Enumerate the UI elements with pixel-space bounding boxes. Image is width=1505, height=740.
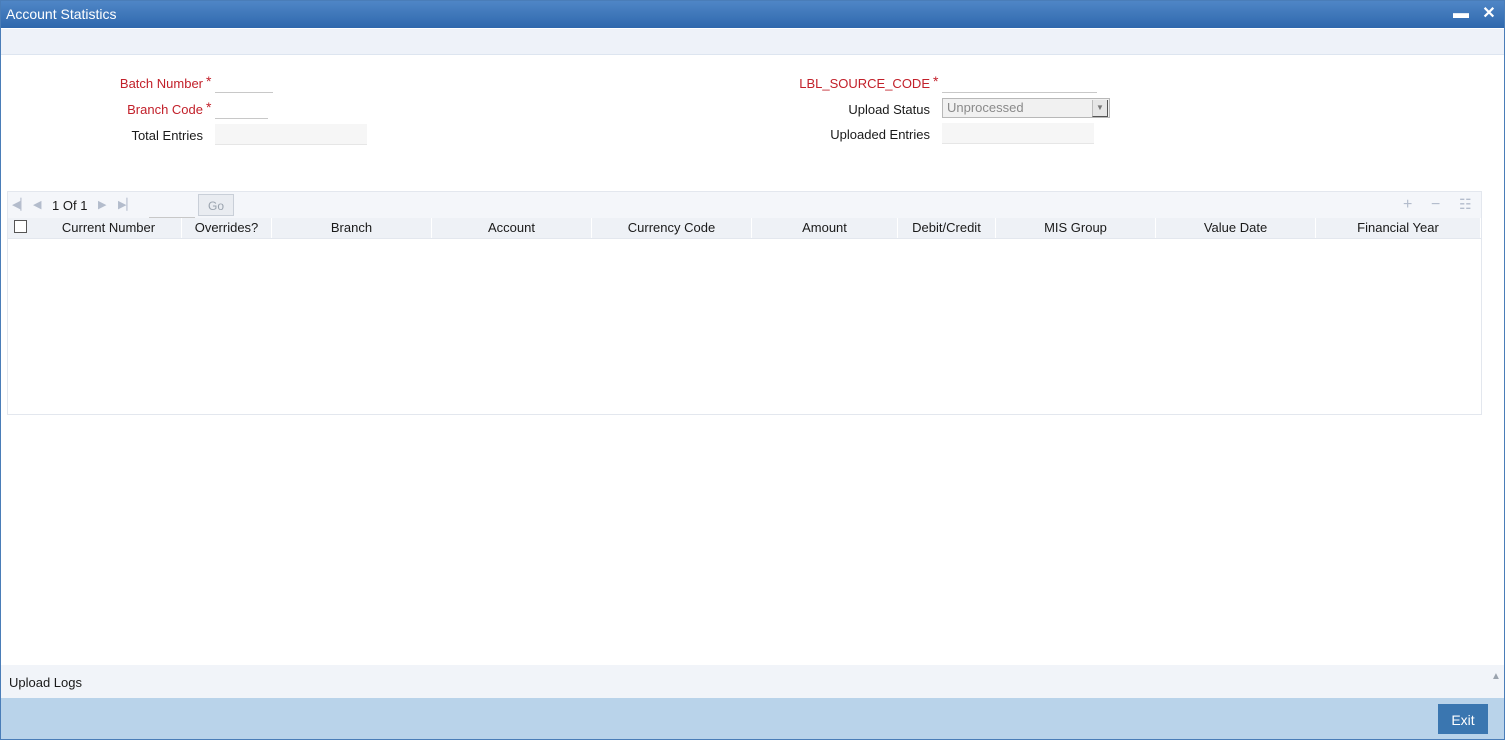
upload-status-value: Unprocessed [947, 100, 1024, 115]
last-page-icon[interactable]: ▶▏ [118, 198, 135, 211]
single-view-icon[interactable]: ☷ [1459, 196, 1472, 213]
branch-code-input[interactable] [215, 99, 268, 119]
select-all-checkbox[interactable] [14, 220, 27, 233]
source-code-label: LBL_SOURCE_CODE [799, 76, 930, 91]
page-indicator: 1 Of 1 [52, 198, 87, 213]
page-number-input[interactable] [149, 195, 195, 218]
close-icon[interactable]: ✕ [1479, 4, 1499, 24]
upload-logs-bar: Upload Logs ▲ [1, 665, 1504, 698]
uploaded-entries-label: Uploaded Entries [830, 127, 930, 142]
uploaded-entries-field [942, 123, 1094, 144]
column-header[interactable]: Debit/Credit [898, 218, 996, 238]
window-title: Account Statistics [6, 6, 117, 22]
grid-toolbar: ◀▏ ◀ 1 Of 1 ▶ ▶▏ Go + − ☷ [8, 192, 1481, 218]
delete-row-icon[interactable]: − [1431, 196, 1440, 214]
next-page-icon[interactable]: ▶ [98, 198, 106, 211]
page-of: Of [62, 198, 77, 213]
entries-grid: ◀▏ ◀ 1 Of 1 ▶ ▶▏ Go + − ☷ Current Number… [7, 191, 1482, 415]
required-mark: * [933, 73, 939, 89]
prev-page-icon[interactable]: ◀ [33, 198, 41, 211]
batch-number-label: Batch Number [119, 76, 203, 91]
upload-logs-link[interactable]: Upload Logs [9, 675, 82, 690]
branch-code-label: Branch Code [127, 102, 203, 117]
column-header[interactable]: Overrides? [182, 218, 272, 238]
required-mark: * [206, 99, 212, 115]
column-header[interactable]: Currency Code [592, 218, 752, 238]
add-row-icon[interactable]: + [1403, 196, 1412, 214]
go-button[interactable]: Go [198, 194, 234, 216]
chevron-down-icon[interactable]: ▼ [1092, 100, 1108, 117]
column-header[interactable]: Current Number [36, 218, 182, 238]
footer-bar: Exit [1, 698, 1504, 739]
page-total: 1 [80, 198, 88, 213]
total-entries-field [215, 124, 367, 145]
total-entries-label: Total Entries [131, 128, 203, 143]
page-current: 1 [52, 198, 60, 213]
sub-header-bar [1, 29, 1504, 55]
upload-status-select[interactable]: Unprocessed ▼ [942, 98, 1110, 118]
batch-number-input[interactable] [215, 73, 273, 93]
column-header[interactable]: MIS Group [996, 218, 1156, 238]
column-header[interactable]: Branch [272, 218, 432, 238]
exit-button[interactable]: Exit [1438, 704, 1488, 734]
source-code-input[interactable] [942, 73, 1097, 93]
account-statistics-window: Account Statistics ▬ ✕ Batch Number * Br… [0, 0, 1505, 740]
required-mark: * [206, 73, 212, 89]
column-header[interactable]: Account [432, 218, 592, 238]
chevron-up-icon[interactable]: ▲ [1491, 671, 1501, 682]
column-header[interactable]: Amount [752, 218, 898, 238]
minimize-icon[interactable]: ▬ [1451, 4, 1471, 24]
column-header[interactable]: Financial Year [1316, 218, 1481, 238]
upload-status-label: Upload Status [848, 102, 930, 117]
column-header[interactable]: Value Date [1156, 218, 1316, 238]
first-page-icon[interactable]: ◀▏ [12, 198, 29, 211]
grid-header-row: Current Number Overrides? Branch Account… [8, 218, 1481, 239]
title-bar: Account Statistics ▬ ✕ [1, 1, 1504, 28]
